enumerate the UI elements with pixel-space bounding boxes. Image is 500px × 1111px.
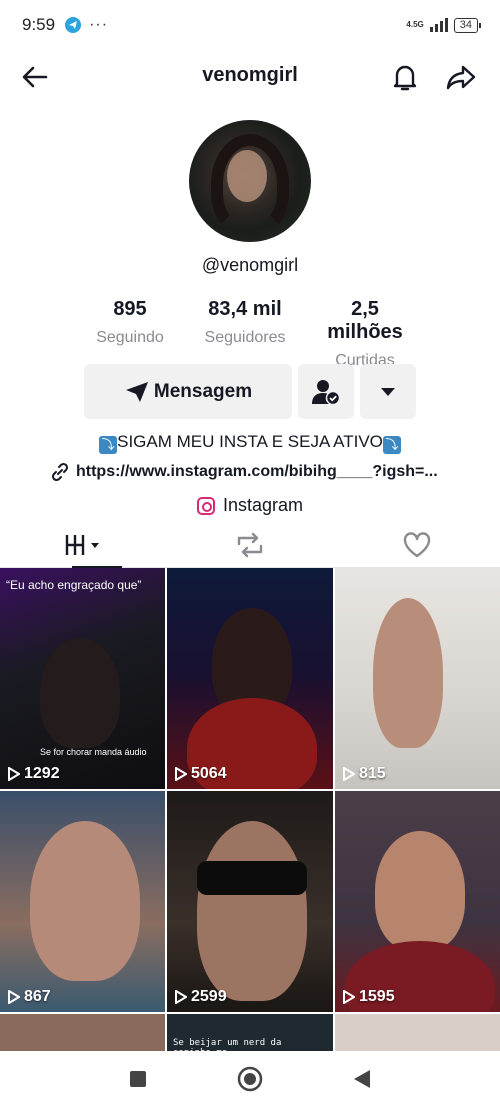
bio: ⤵ SIGAM MEU INSTA E SEJA ATIVO ⤵ xyxy=(0,432,500,454)
profile-link-text: https://www.instagram.com/bibihg____?igs… xyxy=(76,463,438,480)
video-tile[interactable]: 5064 xyxy=(167,568,333,789)
followers-stat[interactable]: 83,4 mil Seguidores xyxy=(186,298,304,370)
grid-filter-icon xyxy=(66,534,100,555)
video-caption: Se for chorar manda áudio xyxy=(40,747,147,757)
message-button-label: Mensagem xyxy=(153,380,253,402)
content-tabs xyxy=(0,522,500,568)
notifications-button[interactable] xyxy=(388,60,422,94)
profile-actions: Mensagem xyxy=(84,364,416,419)
back-nav-button[interactable] xyxy=(352,1068,372,1095)
profile-link[interactable]: https://www.instagram.com/bibihg____?igs… xyxy=(50,462,460,482)
profile-stats: 895 Seguindo 83,4 mil Seguidores 2,5 mil… xyxy=(0,298,500,370)
following-status-button[interactable] xyxy=(298,364,354,419)
link-icon xyxy=(51,462,69,482)
view-count: 867 xyxy=(8,988,51,1006)
view-count-value: 2599 xyxy=(191,988,227,1005)
bio-text: SIGAM MEU INSTA E SEJA ATIVO xyxy=(117,432,383,451)
instagram-icon xyxy=(196,496,215,515)
likes-stat[interactable]: 2,5 milhões Curtidas xyxy=(304,298,426,370)
view-count-value: 1292 xyxy=(24,765,60,782)
square-icon xyxy=(130,1070,146,1087)
avatar-face xyxy=(227,150,267,202)
recents-button[interactable] xyxy=(128,1069,148,1094)
video-tile[interactable] xyxy=(0,1014,165,1054)
message-button[interactable]: Mensagem xyxy=(84,364,292,419)
status-time: 9:59 xyxy=(22,15,56,34)
share-button[interactable] xyxy=(444,60,478,94)
instagram-link[interactable]: Instagram xyxy=(0,495,500,516)
followers-label: Seguidores xyxy=(204,329,286,346)
play-icon xyxy=(175,990,187,1004)
instagram-label: Instagram xyxy=(222,495,304,515)
view-count-value: 815 xyxy=(359,765,386,782)
video-tile[interactable]: 1595 xyxy=(335,791,500,1012)
following-stat[interactable]: 895 Seguindo xyxy=(74,298,186,370)
video-tile[interactable]: Se beijar um nerd da sapinho.me xyxy=(167,1014,333,1054)
status-bar: 9:59 ··· 4.5G 34 xyxy=(0,0,500,50)
play-icon xyxy=(175,767,187,781)
followers-count: 83,4 mil xyxy=(208,298,282,320)
share-icon xyxy=(446,65,476,90)
view-count: 5064 xyxy=(175,765,227,783)
view-count: 1292 xyxy=(8,765,60,783)
view-count: 815 xyxy=(343,765,386,783)
send-icon xyxy=(125,381,148,402)
telegram-icon xyxy=(65,17,82,33)
avatar[interactable] xyxy=(189,120,311,242)
video-grid: “Eu acho engraçado que” Se for chorar ma… xyxy=(0,568,500,1054)
system-navigation-bar xyxy=(0,1051,500,1111)
view-count: 2599 xyxy=(175,988,227,1006)
play-icon xyxy=(343,767,355,781)
video-thumbnail-subject xyxy=(197,821,307,1001)
play-icon xyxy=(8,767,20,781)
video-thumbnail-subject xyxy=(375,831,465,951)
arrow-down-emoji-icon: ⤵ xyxy=(99,436,118,454)
page-title: venomgirl xyxy=(202,64,298,86)
video-tile[interactable]: 2599 xyxy=(167,791,333,1012)
arrow-down-emoji-icon: ⤵ xyxy=(382,436,401,454)
more-notifications-icon: ··· xyxy=(89,16,109,33)
username-handle: @venomgirl xyxy=(201,255,299,275)
video-tile[interactable] xyxy=(335,1014,500,1054)
repost-icon xyxy=(237,532,263,557)
view-count-value: 5064 xyxy=(191,765,227,782)
play-icon xyxy=(8,990,20,1004)
tab-liked[interactable] xyxy=(333,522,500,567)
signal-icon xyxy=(429,18,448,32)
tab-reposts[interactable] xyxy=(167,522,334,567)
view-count-value: 867 xyxy=(24,988,51,1005)
network-type: 4.5G xyxy=(406,20,424,29)
profile-header: venomgirl xyxy=(0,50,500,104)
following-label: Seguindo xyxy=(96,329,164,346)
battery-icon: 34 xyxy=(453,17,482,33)
circle-icon xyxy=(237,1066,263,1091)
view-count-value: 1595 xyxy=(359,988,395,1005)
video-tile[interactable]: “Eu acho engraçado que” Se for chorar ma… xyxy=(0,568,165,789)
bell-icon xyxy=(393,65,417,91)
more-options-button[interactable] xyxy=(360,364,416,419)
video-thumbnail-subject xyxy=(30,821,140,981)
video-thumbnail-subject xyxy=(197,861,307,895)
following-count: 895 xyxy=(113,298,147,320)
user-check-icon xyxy=(312,379,341,405)
triangle-down-icon xyxy=(381,387,395,396)
video-tile[interactable]: 867 xyxy=(0,791,165,1012)
view-count: 1595 xyxy=(343,988,395,1006)
triangle-left-icon xyxy=(354,1069,370,1088)
play-icon xyxy=(343,990,355,1004)
likes-count: 2,5 milhões xyxy=(327,298,403,343)
video-caption: “Eu acho engraçado que” xyxy=(6,578,142,592)
tab-videos[interactable] xyxy=(0,522,167,568)
home-button[interactable] xyxy=(236,1065,264,1098)
video-tile[interactable]: 815 xyxy=(335,568,500,789)
video-thumbnail-subject xyxy=(40,638,120,748)
heart-icon xyxy=(403,531,430,557)
video-thumbnail-subject xyxy=(373,598,443,748)
